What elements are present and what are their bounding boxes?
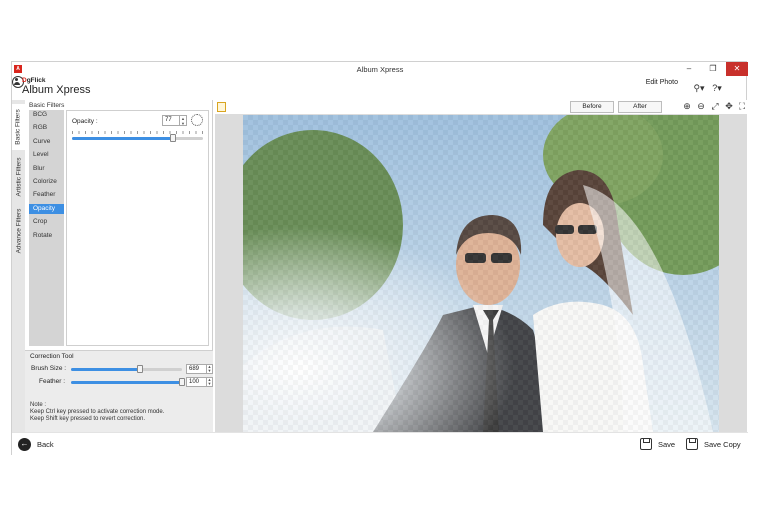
app-window: A Album Xpress – ❐ ✕ DgFlick Album Xpres… bbox=[11, 61, 748, 455]
reset-icon[interactable] bbox=[191, 114, 203, 126]
opacity-label: Opacity : bbox=[72, 118, 98, 125]
after-button[interactable]: After bbox=[618, 101, 662, 113]
correction-tool-panel: Correction Tool Brush Size : 689 ▲ ▼ Feat… bbox=[25, 350, 213, 432]
back-button[interactable]: Back bbox=[37, 440, 54, 449]
brush-size-stepper[interactable]: ▲ ▼ bbox=[207, 364, 213, 374]
footer-bar: ← Back Save Save Copy bbox=[12, 432, 748, 455]
slider-fill bbox=[71, 381, 182, 384]
feather-input[interactable]: 100 bbox=[186, 377, 207, 387]
filter-settings: Opacity : 77 ▲ ▼ bbox=[66, 110, 209, 346]
tab-basic-filters[interactable]: Basic Filters bbox=[12, 104, 25, 150]
edited-photo bbox=[243, 115, 719, 432]
opacity-slider[interactable] bbox=[72, 131, 203, 143]
canvas-area: Before After ⊕ ⊖ ⤢ ✥ ⛶ bbox=[215, 100, 747, 432]
zoom-out-icon[interactable]: ⊖ bbox=[695, 101, 707, 113]
note-line: Keep Shift key pressed to revert correct… bbox=[30, 416, 146, 422]
slider-thumb[interactable] bbox=[136, 365, 143, 373]
magic-wand-icon[interactable]: ⚲▾ bbox=[692, 82, 706, 94]
tab-artistic-filters[interactable]: Artistic Filters bbox=[12, 152, 25, 202]
save-copy-icon[interactable] bbox=[686, 438, 698, 450]
slider-track bbox=[72, 134, 203, 142]
correction-note: Note : Keep Ctrl key pressed to activate… bbox=[30, 402, 164, 423]
close-button[interactable]: ✕ bbox=[726, 62, 748, 76]
title-bar: A Album Xpress – ❐ ✕ bbox=[12, 62, 748, 76]
brush-size-label: Brush Size : bbox=[31, 365, 67, 372]
slider-thumb[interactable] bbox=[169, 134, 176, 142]
brand-name: DgFlick bbox=[22, 77, 46, 84]
back-arrow-icon[interactable]: ← bbox=[18, 438, 31, 451]
slider-fill bbox=[72, 137, 173, 140]
minimize-button[interactable]: – bbox=[678, 62, 700, 76]
save-icon[interactable] bbox=[640, 438, 652, 450]
note-line: Keep Ctrl key pressed to activate correc… bbox=[30, 409, 165, 415]
save-button[interactable]: Save bbox=[658, 440, 675, 449]
brush-size-slider[interactable] bbox=[71, 365, 182, 373]
feather-stepper[interactable]: ▲ ▼ bbox=[207, 377, 213, 387]
pan-icon[interactable]: ✥ bbox=[723, 101, 735, 113]
filter-category-tabs: Basic Filters Artistic Filters Advance F… bbox=[12, 100, 25, 432]
tab-label: Basic Filters bbox=[14, 109, 22, 145]
filter-item-blur[interactable]: Blur bbox=[29, 164, 64, 174]
app-header: DgFlick Album Xpress Edit Photo ⚲▾ ?▾ bbox=[12, 76, 748, 100]
tab-advance-filters[interactable]: Advance Filters bbox=[12, 204, 25, 258]
canvas-toolbar: Before After ⊕ ⊖ ⤢ ✥ ⛶ bbox=[215, 100, 747, 114]
brush-size-input[interactable]: 689 bbox=[186, 364, 207, 374]
slider-thumb[interactable] bbox=[179, 378, 185, 386]
app-name: Album Xpress bbox=[22, 84, 91, 96]
opacity-input[interactable]: 77 bbox=[162, 115, 180, 126]
filter-item-crop[interactable]: Crop bbox=[29, 217, 64, 227]
correction-title: Correction Tool bbox=[30, 353, 74, 360]
layer-icon[interactable] bbox=[217, 102, 226, 112]
mode-label: Edit Photo bbox=[645, 79, 678, 86]
filter-item-bcg[interactable]: BCG bbox=[29, 110, 64, 120]
filters-panel: Basic Filters BCG RGB Curve Level Blur Colori… bbox=[25, 100, 213, 350]
feather-label: Feather : bbox=[39, 378, 66, 385]
opacity-stepper[interactable]: ▲ ▼ bbox=[180, 115, 187, 126]
tab-label: Artistic Filters bbox=[15, 157, 22, 197]
filter-list: BCG RGB Curve Level Blur Colorize Feather Opaci… bbox=[29, 110, 64, 346]
slider-ticks bbox=[72, 131, 203, 134]
filter-item-curve[interactable]: Curve bbox=[29, 137, 64, 147]
filter-item-rotate[interactable]: Rotate bbox=[29, 231, 64, 241]
before-button[interactable]: Before bbox=[570, 101, 614, 113]
filter-item-colorize[interactable]: Colorize bbox=[29, 177, 64, 187]
tab-label: Advance Filters bbox=[15, 208, 22, 254]
panel-title: Basic Filters bbox=[29, 102, 65, 109]
photo-canvas[interactable] bbox=[243, 115, 719, 432]
filter-item-opacity[interactable]: Opacity bbox=[29, 203, 64, 214]
fit-screen-icon[interactable]: ⤢ bbox=[709, 101, 721, 113]
window-title: Album Xpress bbox=[356, 65, 404, 74]
filter-item-rgb[interactable]: RGB bbox=[29, 123, 64, 133]
zoom-in-icon[interactable]: ⊕ bbox=[681, 101, 693, 113]
slider-fill bbox=[71, 368, 140, 371]
feather-slider[interactable] bbox=[71, 378, 185, 386]
help-icon[interactable]: ?▾ bbox=[710, 82, 724, 94]
fullscreen-icon[interactable]: ⛶ bbox=[736, 101, 748, 113]
filter-item-level[interactable]: Level bbox=[29, 150, 64, 160]
maximize-button[interactable]: ❐ bbox=[702, 62, 724, 76]
filter-item-feather[interactable]: Feather bbox=[29, 190, 64, 200]
brand-logo: DgFlick bbox=[22, 77, 46, 84]
save-copy-button[interactable]: Save Copy bbox=[704, 440, 741, 449]
note-title: Note : bbox=[30, 402, 47, 408]
